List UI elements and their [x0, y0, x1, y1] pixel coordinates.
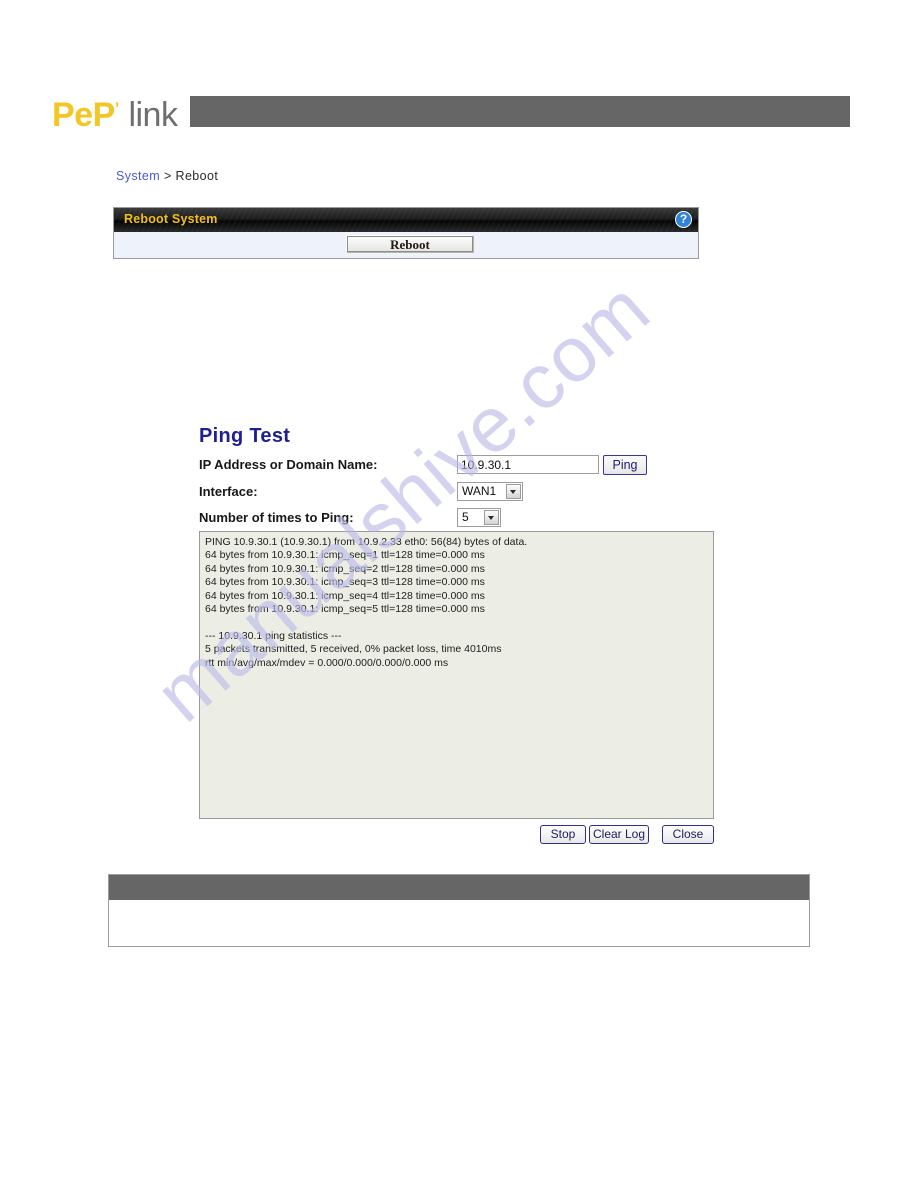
ping-interface-row: Interface: WAN1: [199, 482, 629, 504]
close-button[interactable]: Close: [662, 825, 714, 844]
reboot-system-panel-header: Reboot System ?: [114, 208, 698, 232]
stop-button[interactable]: Stop: [540, 825, 586, 844]
breadcrumb: System > Reboot: [116, 169, 218, 183]
interface-select-value: WAN1: [462, 484, 497, 498]
clear-log-button[interactable]: Clear Log: [589, 825, 649, 844]
ping-test-title: Ping Test: [199, 425, 291, 447]
ping-ip-row: IP Address or Domain Name: Ping: [199, 455, 647, 477]
interface-label: Interface:: [199, 484, 258, 499]
peplink-logo: PeP’ link: [52, 90, 178, 134]
ping-button[interactable]: Ping: [603, 455, 647, 475]
bottom-panel-header: [109, 875, 809, 900]
interface-select[interactable]: WAN1: [457, 482, 523, 501]
ip-address-input[interactable]: [457, 455, 599, 474]
ip-address-label: IP Address or Domain Name:: [199, 457, 378, 472]
reboot-system-panel: Reboot System ? Reboot: [113, 207, 699, 259]
reboot-system-panel-body: Reboot: [114, 232, 698, 258]
bottom-panel: [108, 874, 810, 947]
ping-count-row: Number of times to Ping: 5: [199, 508, 629, 530]
logo-tick-mark: ’: [114, 99, 120, 118]
logo-primary-text: PeP: [52, 96, 115, 134]
ping-count-select-value: 5: [462, 510, 469, 524]
reboot-button[interactable]: Reboot: [346, 235, 474, 253]
bottom-panel-body: [109, 900, 809, 946]
breadcrumb-separator: >: [163, 169, 172, 183]
header-gray-bar: [190, 96, 850, 127]
chevron-down-icon[interactable]: [484, 510, 499, 525]
reboot-system-title: Reboot System: [124, 212, 218, 226]
page-header: PeP’ link: [0, 44, 918, 134]
breadcrumb-current-reboot: Reboot: [175, 169, 219, 183]
help-icon[interactable]: ?: [675, 211, 692, 228]
chevron-down-icon[interactable]: [506, 484, 521, 499]
breadcrumb-link-system[interactable]: System: [116, 169, 160, 183]
logo-secondary-text: link: [128, 96, 178, 134]
ping-count-select[interactable]: 5: [457, 508, 501, 527]
ping-output-log[interactable]: PING 10.9.30.1 (10.9.30.1) from 10.9.2.3…: [199, 531, 714, 819]
ping-log-actions: Stop Clear Log Close: [199, 825, 714, 845]
ping-count-label: Number of times to Ping:: [199, 510, 354, 525]
